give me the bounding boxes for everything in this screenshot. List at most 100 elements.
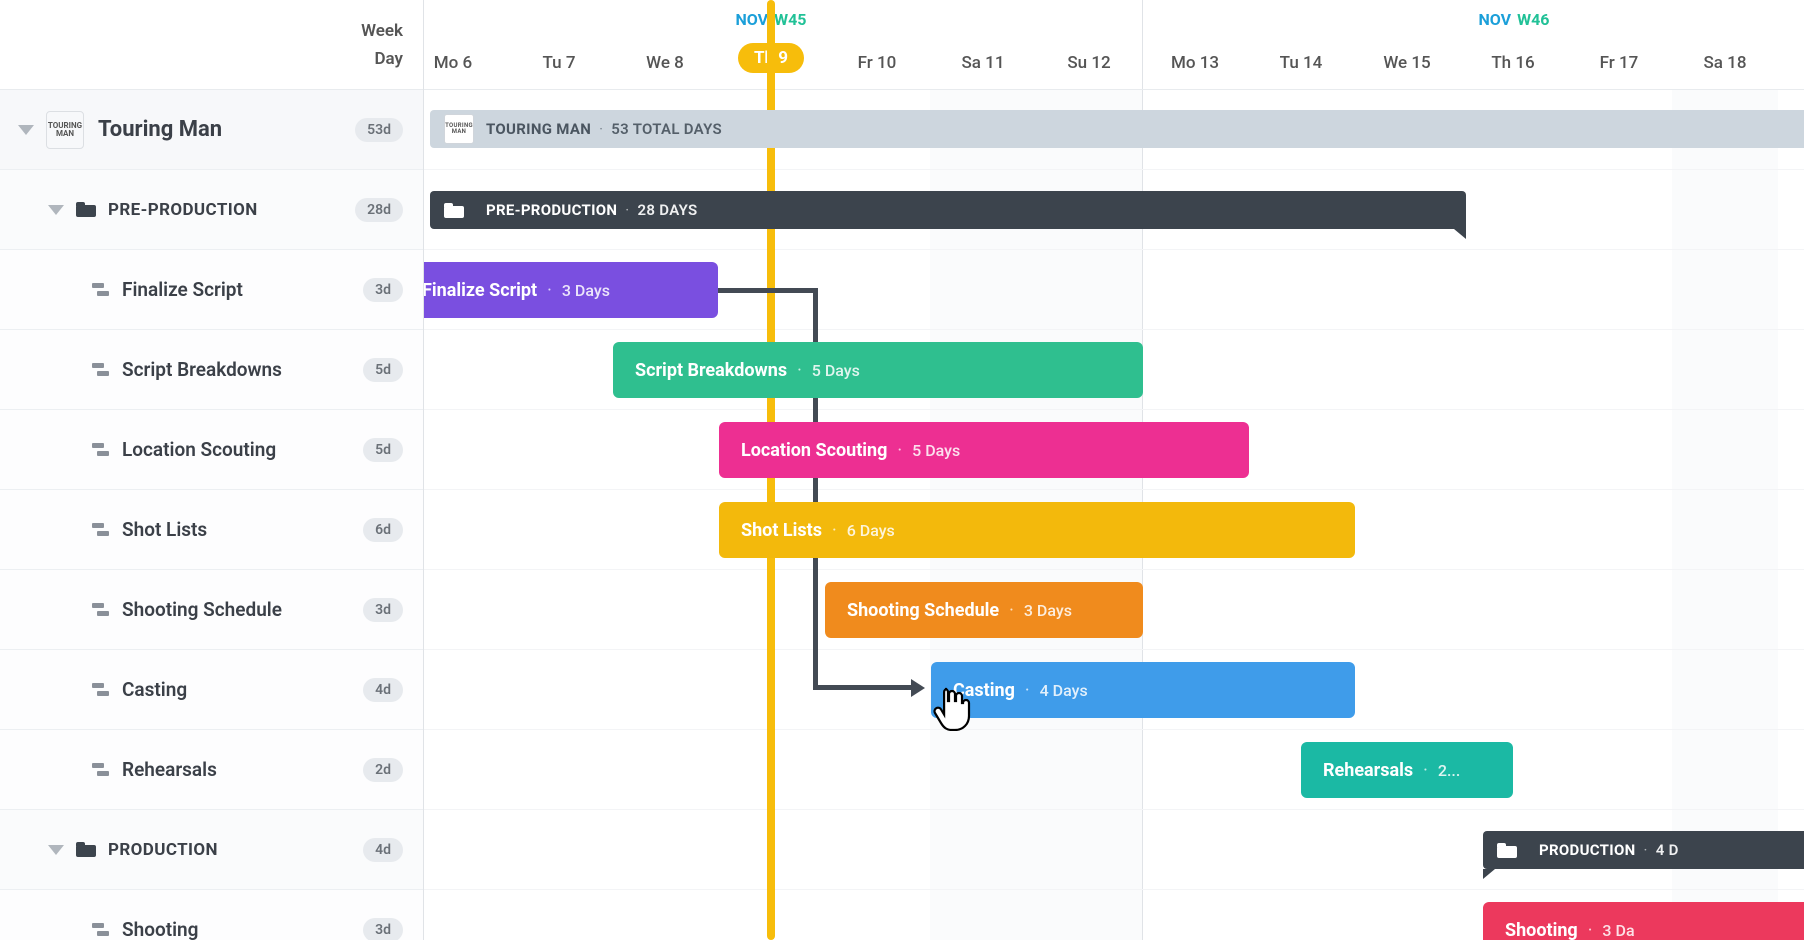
phase-name: PRE-PRODUCTION: [108, 200, 355, 220]
sidebar-task-location[interactable]: Location Scouting 5d: [0, 410, 423, 490]
timeline-header: NOVW45NOVW46Mo 6Tu 7We 8Th 9Fr 10Sa 11Su…: [424, 0, 1804, 90]
sidebar: Week Day TOURINGMAN Touring Man 53d PRE-…: [0, 0, 424, 940]
folder-icon: [76, 842, 96, 857]
day-header[interactable]: We 15: [1354, 53, 1460, 73]
gantt-bar-breakdown[interactable]: Script Breakdowns·5 Days: [613, 342, 1143, 398]
scale-week-label: Week: [361, 17, 403, 45]
sidebar-task-rehearsal[interactable]: Rehearsals 2d: [0, 730, 423, 810]
bar-title: Shooting Schedule: [847, 600, 999, 621]
task-name: Shot Lists: [122, 518, 363, 541]
bar-title: Shooting: [1505, 920, 1578, 940]
bar-days: 5 Days: [912, 441, 960, 460]
day-header[interactable]: Mo 6: [424, 53, 506, 73]
bar-days: 3 Days: [562, 281, 610, 300]
task-icon: [92, 443, 110, 457]
header-corner: Week Day: [0, 0, 423, 90]
phase-name: PRODUCTION: [108, 840, 363, 860]
duration-pill: 3d: [363, 278, 403, 302]
gantt-phase-prod[interactable]: PRODUCTION·4 D: [1483, 831, 1804, 869]
task-icon: [92, 763, 110, 777]
bar-days: 5 Days: [812, 361, 860, 380]
bar-title: Casting: [953, 680, 1015, 701]
bar-title: Shot Lists: [741, 520, 822, 541]
task-icon: [92, 603, 110, 617]
project-logo-small: TOURINGMAN: [444, 114, 474, 144]
duration-pill: 4d: [363, 678, 403, 702]
task-name: Script Breakdowns: [122, 358, 363, 381]
sidebar-task-schedule[interactable]: Shooting Schedule 3d: [0, 570, 423, 650]
bar-title: Location Scouting: [741, 440, 887, 461]
task-icon: [92, 363, 110, 377]
bar-days: 2...: [1438, 761, 1460, 780]
day-header[interactable]: Sa 18: [1672, 53, 1778, 73]
dependency-line: [813, 685, 913, 690]
task-name: Rehearsals: [122, 758, 363, 781]
project-name: Touring Man: [98, 117, 355, 142]
sidebar-phase-preprod[interactable]: PRE-PRODUCTION 28d: [0, 170, 423, 250]
task-icon: [92, 683, 110, 697]
day-header[interactable]: Th 16: [1460, 53, 1566, 73]
day-header[interactable]: Tu 14: [1248, 53, 1354, 73]
gantt-phase-preprod[interactable]: PRE-PRODUCTION·28 DAYS: [430, 191, 1466, 229]
gantt-bar-finalize[interactable]: Finalize Script·3 Days: [424, 262, 718, 318]
project-logo: TOURINGMAN: [46, 111, 84, 149]
duration-pill: 5d: [363, 438, 403, 462]
sidebar-phase-prod[interactable]: PRODUCTION 4d: [0, 810, 423, 890]
bar-days: 3 Days: [1024, 601, 1072, 620]
sidebar-task-shotlists[interactable]: Shot Lists 6d: [0, 490, 423, 570]
gantt-project-summary[interactable]: TOURINGMAN TOURING MAN·53 TOTAL DAYS: [430, 110, 1804, 148]
bar-title: Script Breakdowns: [635, 360, 787, 381]
duration-pill: 53d: [355, 118, 403, 142]
duration-pill: 28d: [355, 198, 403, 222]
bar-title: Rehearsals: [1323, 760, 1413, 781]
bar-days: 6 Days: [847, 521, 895, 540]
sidebar-project-row[interactable]: TOURINGMAN Touring Man 53d: [0, 90, 423, 170]
sidebar-task-finalize[interactable]: Finalize Script 3d: [0, 250, 423, 330]
gantt-bar-schedule[interactable]: Shooting Schedule·3 Days: [825, 582, 1143, 638]
bar-days: 3 Da: [1602, 921, 1634, 940]
task-name: Casting: [122, 678, 363, 701]
duration-pill: 2d: [363, 758, 403, 782]
timeline[interactable]: NOVW45NOVW46Mo 6Tu 7We 8Th 9Fr 10Sa 11Su…: [424, 0, 1804, 940]
task-icon: [92, 923, 110, 937]
duration-pill: 3d: [363, 918, 403, 940]
chevron-down-icon[interactable]: [18, 125, 34, 135]
folder-icon: [76, 202, 96, 217]
day-header[interactable]: Tu 7: [506, 53, 612, 73]
row-gridline: [424, 730, 1804, 810]
duration-pill: 5d: [363, 358, 403, 382]
folder-icon: [1497, 843, 1517, 858]
duration-pill: 4d: [363, 838, 403, 862]
folder-icon: [444, 203, 464, 218]
week-separator: [1142, 0, 1143, 89]
day-header[interactable]: Fr 10: [824, 53, 930, 73]
task-name: Shooting Schedule: [122, 598, 363, 621]
sidebar-task-casting[interactable]: Casting 4d: [0, 650, 423, 730]
task-icon: [92, 283, 110, 297]
dependency-arrow-icon: [911, 679, 925, 697]
bar-title: Finalize Script: [424, 280, 537, 301]
day-header[interactable]: Su 12: [1036, 53, 1142, 73]
duration-pill: 3d: [363, 598, 403, 622]
gantt-bar-rehearsal[interactable]: Rehearsals·2...: [1301, 742, 1513, 798]
sidebar-task-breakdown[interactable]: Script Breakdowns 5d: [0, 330, 423, 410]
duration-pill: 6d: [363, 518, 403, 542]
timeline-body[interactable]: TOURINGMAN TOURING MAN·53 TOTAL DAYS PRE…: [424, 90, 1804, 940]
scale-day-label: Day: [374, 45, 403, 73]
chevron-down-icon[interactable]: [48, 205, 64, 215]
chevron-down-icon[interactable]: [48, 845, 64, 855]
gantt-bar-shotlists[interactable]: Shot Lists·6 Days: [719, 502, 1355, 558]
day-header[interactable]: Sa 11: [930, 53, 1036, 73]
gantt-bar-casting[interactable]: Casting·4 Days: [931, 662, 1355, 718]
week-label: NOVW46: [1479, 10, 1550, 29]
day-header[interactable]: Fr 17: [1566, 53, 1672, 73]
dependency-line: [718, 288, 818, 293]
task-name: Location Scouting: [122, 438, 363, 461]
day-header[interactable]: Mo 13: [1142, 53, 1248, 73]
day-header[interactable]: We 8: [612, 53, 718, 73]
gantt-bar-shooting[interactable]: Shooting·3 Da: [1483, 902, 1804, 940]
task-name: Finalize Script: [122, 278, 363, 301]
gantt-bar-location[interactable]: Location Scouting·5 Days: [719, 422, 1249, 478]
sidebar-task-shooting[interactable]: Shooting 3d: [0, 890, 423, 940]
task-name: Shooting: [122, 918, 363, 940]
